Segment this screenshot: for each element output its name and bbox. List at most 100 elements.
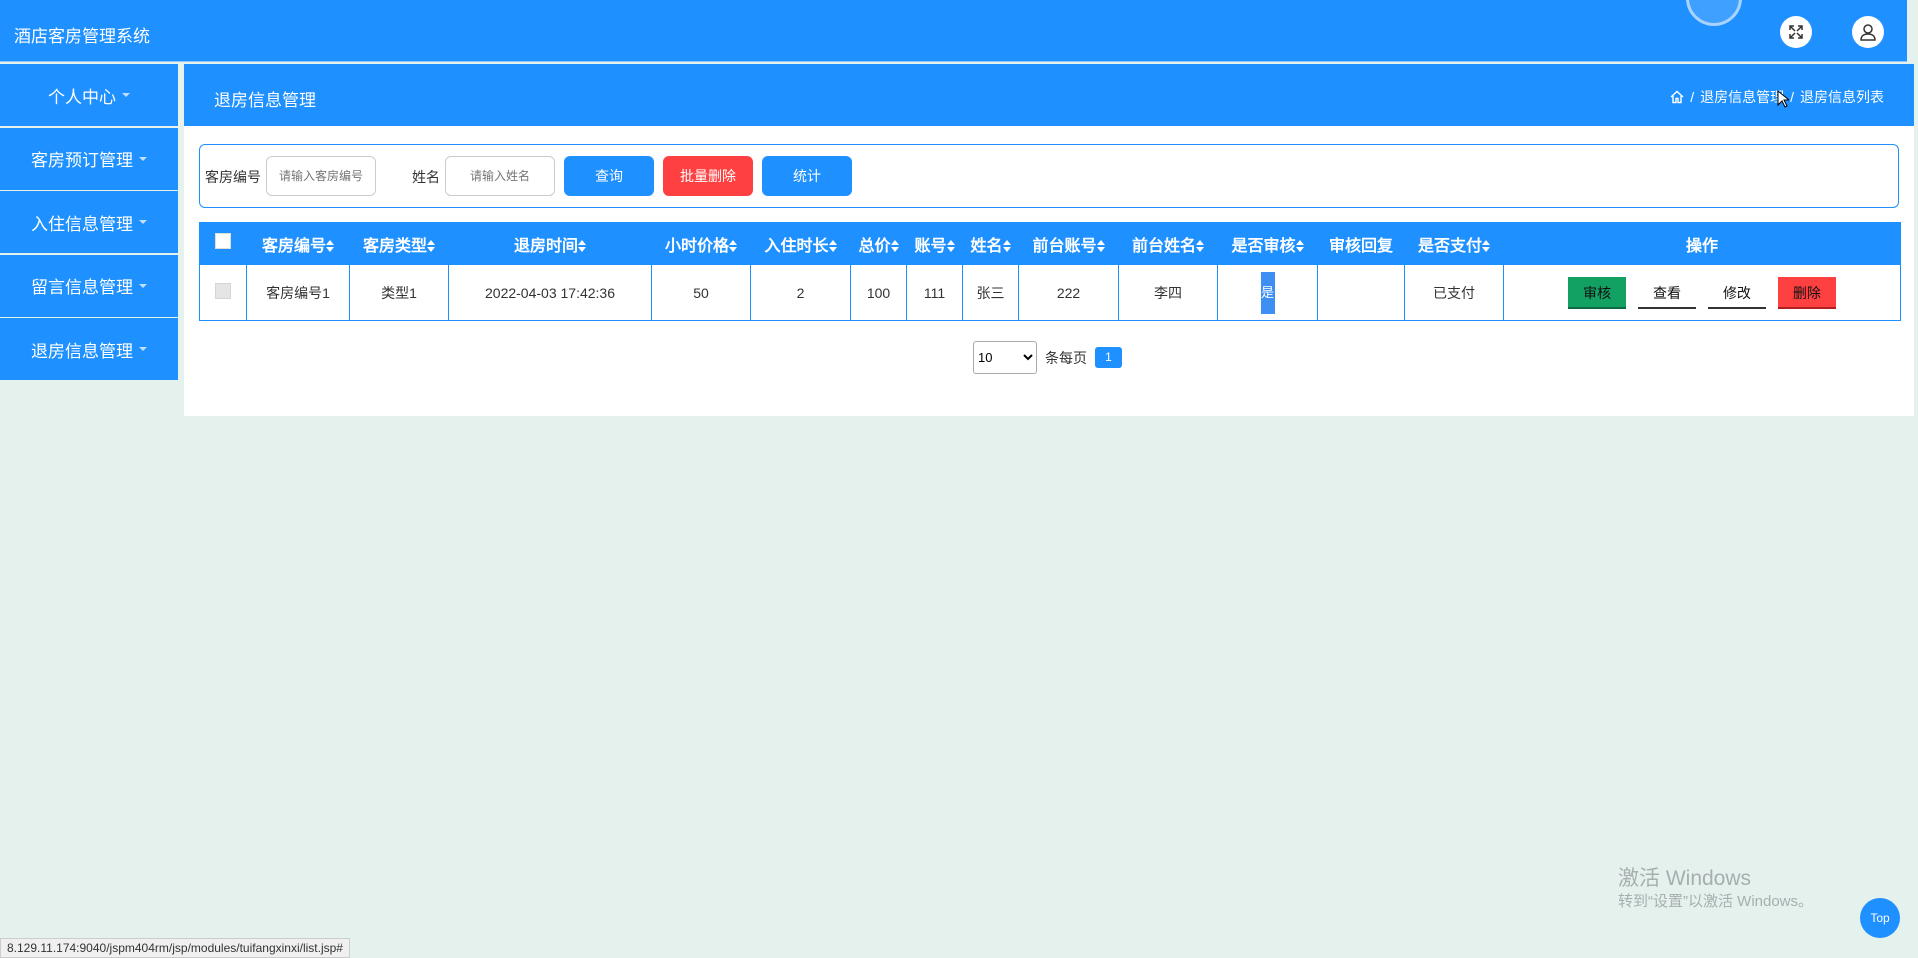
view-button[interactable]: 查看 <box>1638 277 1697 309</box>
header-hour-price[interactable]: 小时价格 <box>651 222 751 265</box>
back-to-top-button[interactable]: Top <box>1860 898 1900 938</box>
user-icon <box>1860 24 1876 41</box>
chevron-down-icon <box>139 283 147 288</box>
table-row: 客房编号1 类型1 2022-04-03 17:42:36 50 2 100 1… <box>199 264 1901 321</box>
chevron-down-icon <box>139 220 147 224</box>
room-no-label: 客房编号 <box>205 169 261 185</box>
content-header: 退房信息管理 / 退房信息管理 / 退房信息列表 <box>184 64 1914 126</box>
header-desk-name[interactable]: 前台姓名 <box>1118 222 1218 265</box>
header-actions: 操作 <box>1503 222 1901 265</box>
sort-icon <box>946 240 955 253</box>
row-select-cell <box>199 264 247 321</box>
header-name[interactable]: 姓名 <box>962 222 1019 265</box>
main-content: 退房信息管理 / 退房信息管理 / 退房信息列表 客房编号 姓名 查询 批量删除… <box>184 64 1914 416</box>
cell-desk-account: 222 <box>1018 264 1119 321</box>
header-review-reply: 审核回复 <box>1317 222 1405 265</box>
sidebar-item-checkout[interactable]: 退房信息管理 <box>0 318 178 380</box>
review-button[interactable]: 审核 <box>1568 276 1627 309</box>
fullscreen-icon <box>1789 25 1803 39</box>
stats-button[interactable]: 统计 <box>762 156 852 196</box>
cell-hour-price: 50 <box>651 264 751 321</box>
cell-duration: 2 <box>750 264 851 321</box>
app-title: 酒店客房管理系统 <box>14 27 150 46</box>
mouse-cursor-icon <box>1777 90 1789 108</box>
cell-desk-name: 李四 <box>1118 264 1218 321</box>
sidebar-item-checkin[interactable]: 入住信息管理 <box>0 191 178 253</box>
header-total[interactable]: 总价 <box>850 222 907 265</box>
page-size-select[interactable]: 10 <box>973 341 1037 374</box>
name-label: 姓名 <box>412 169 440 185</box>
header-desk-account[interactable]: 前台账号 <box>1018 222 1119 265</box>
sort-icon <box>1002 240 1011 253</box>
sort-icon <box>1295 240 1304 253</box>
cell-review-reply <box>1317 264 1405 321</box>
pagination: 10 条每页 1 <box>973 341 1122 374</box>
chevron-down-icon <box>122 93 130 97</box>
status-bar-url: 8.129.11.174:9040/jspm404rm/jsp/modules/… <box>0 938 350 958</box>
cell-checkout-time: 2022-04-03 17:42:36 <box>448 264 652 321</box>
sort-icon <box>729 240 737 253</box>
header-checkout-time[interactable]: 退房时间 <box>448 222 652 265</box>
search-form: 客房编号 姓名 查询 批量删除 统计 <box>199 144 1899 208</box>
sidebar-item-label: 留言信息管理 <box>31 278 133 297</box>
reviewed-badge: 是 <box>1260 271 1275 314</box>
sort-icon <box>427 240 435 253</box>
cell-total: 100 <box>850 264 907 321</box>
cell-actions: 审核 查看 修改 删除 <box>1503 264 1901 321</box>
header-room-no[interactable]: 客房编号 <box>246 222 350 265</box>
sort-icon <box>828 240 837 253</box>
cell-reviewed: 是 <box>1217 264 1318 321</box>
sort-icon <box>890 240 899 253</box>
floating-decor <box>1686 0 1742 26</box>
chevron-down-icon <box>139 156 147 161</box>
edit-button[interactable]: 修改 <box>1707 277 1766 309</box>
chevron-down-icon <box>139 347 147 351</box>
cell-paid: 已支付 <box>1404 264 1504 321</box>
fullscreen-button[interactable] <box>1780 16 1812 48</box>
breadcrumb-separator: / <box>1790 89 1794 105</box>
delete-button[interactable]: 删除 <box>1777 276 1836 309</box>
sidebar: 个人中心 客房预订管理 入住信息管理 留言信息管理 退房信息管理 <box>0 64 178 382</box>
breadcrumb-separator: / <box>1690 89 1695 105</box>
header-duration[interactable]: 入住时长 <box>750 222 851 265</box>
header-paid[interactable]: 是否支付 <box>1404 222 1504 265</box>
sidebar-item-label: 客房预订管理 <box>31 151 133 170</box>
checkout-table: 客房编号 客房类型 退房时间 小时价格 入住时长 总价 账号 姓名 前台账号 前… <box>199 222 1901 321</box>
activation-watermark-text: 转到“设置”以激活 Windows。 <box>1618 893 1814 910</box>
row-checkbox[interactable] <box>215 283 231 299</box>
sort-icon <box>326 240 334 253</box>
header-account[interactable]: 账号 <box>906 222 963 265</box>
header-reviewed[interactable]: 是否审核 <box>1217 222 1318 265</box>
sidebar-item-label: 入住信息管理 <box>31 214 133 234</box>
page-title: 退房信息管理 <box>214 91 316 110</box>
page-number-current[interactable]: 1 <box>1095 347 1122 368</box>
room-no-input[interactable] <box>266 156 376 196</box>
header-room-type[interactable]: 客房类型 <box>349 222 449 265</box>
cell-name: 张三 <box>962 264 1019 321</box>
sidebar-item-personal[interactable]: 个人中心 <box>0 64 178 126</box>
name-input[interactable] <box>445 156 555 196</box>
query-button[interactable]: 查询 <box>564 156 654 196</box>
select-all-header <box>199 222 247 265</box>
breadcrumb-item-module[interactable]: 退房信息管理 <box>1700 87 1784 107</box>
cell-room-type: 类型1 <box>349 264 449 321</box>
cell-account: 111 <box>906 264 963 321</box>
activation-watermark-title: 激活 Windows <box>1618 867 1752 890</box>
sidebar-item-booking[interactable]: 客房预订管理 <box>0 127 178 190</box>
sort-icon <box>1196 240 1204 253</box>
table-header-row: 客房编号 客房类型 退房时间 小时价格 入住时长 总价 账号 姓名 前台账号 前… <box>199 222 1901 265</box>
top-bar: 酒店客房管理系统 <box>0 0 1907 62</box>
batch-delete-button[interactable]: 批量删除 <box>663 156 753 196</box>
cell-room-no: 客房编号1 <box>246 264 350 321</box>
sort-icon <box>1096 240 1105 253</box>
select-all-checkbox[interactable] <box>215 233 231 249</box>
sidebar-item-label: 退房信息管理 <box>31 341 133 361</box>
sidebar-item-label: 个人中心 <box>48 87 116 107</box>
sort-icon <box>1482 240 1490 253</box>
home-icon[interactable] <box>1670 90 1684 104</box>
per-page-label: 条每页 <box>1045 349 1087 366</box>
sort-icon <box>578 240 586 253</box>
sidebar-item-messages[interactable]: 留言信息管理 <box>0 254 178 317</box>
breadcrumb-item-list: 退房信息列表 <box>1800 89 1884 105</box>
user-menu-button[interactable] <box>1852 16 1884 48</box>
